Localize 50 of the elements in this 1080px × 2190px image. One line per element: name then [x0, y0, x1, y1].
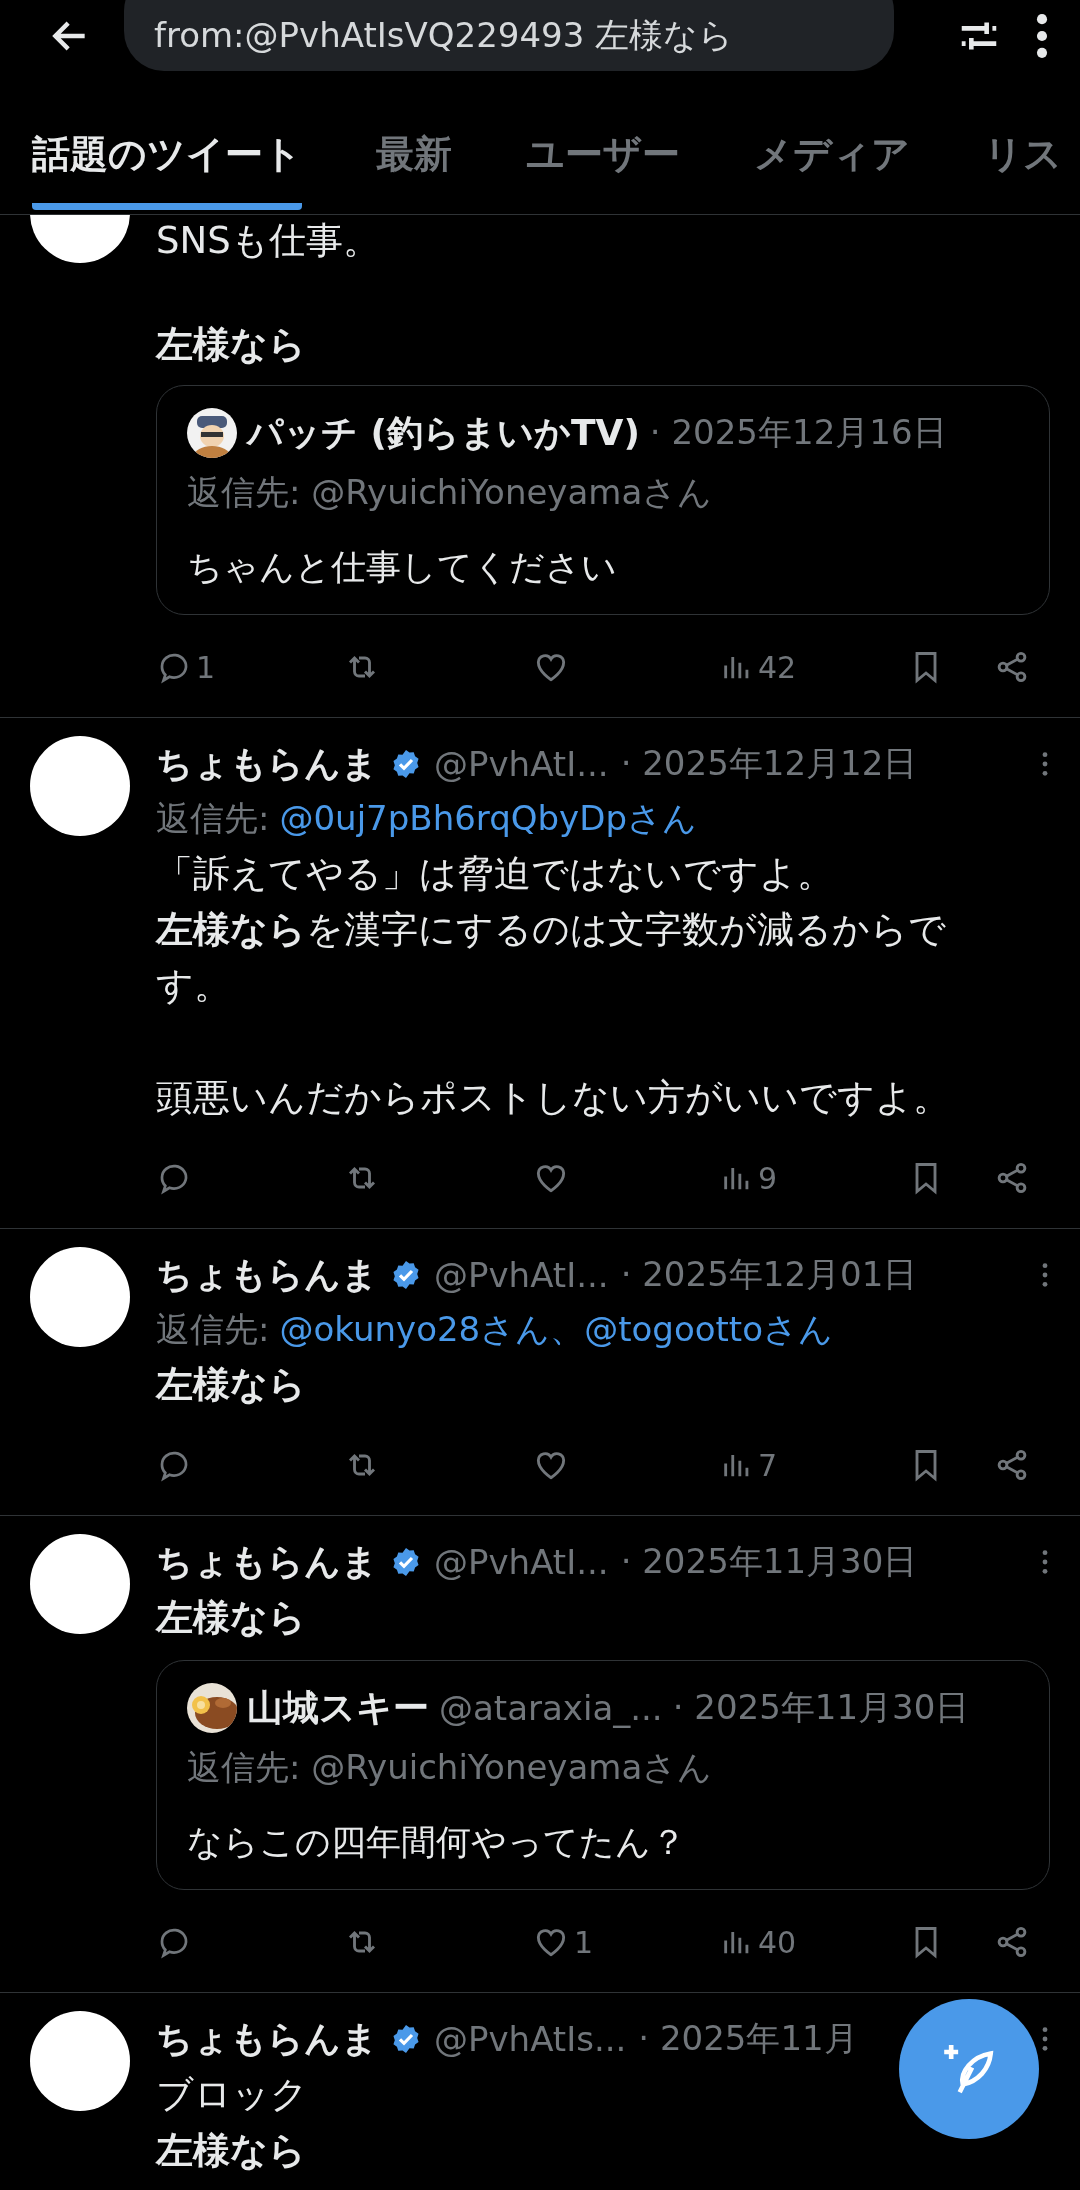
mention-link[interactable]: @togoottoさん — [584, 1307, 833, 1353]
reply-label: 返信先: @RyuichiYoneyamaさん — [187, 471, 714, 514]
view-count: 7 — [758, 1447, 778, 1483]
post-date: · 2025年11月30日 — [672, 1686, 970, 1729]
reply-label: 返信先: — [156, 1308, 270, 1351]
reply-label: 返信先: @RyuichiYoneyamaさん — [187, 1746, 714, 1789]
user-name[interactable]: ちょもらんま — [156, 1250, 378, 1300]
tab[interactable]: 最新 — [376, 72, 452, 210]
post-text: SNSも仕事。 — [156, 218, 381, 264]
user-handle: @PvhAtI... — [434, 1255, 609, 1295]
quoted-post[interactable]: パッチ (釣らまいかTV) · 2025年12月16日 返信先: @RyuichiYoneyamaさん ちゃんと仕事してください — [156, 385, 1050, 615]
mention-link[interactable]: @okunyo28さん、 — [279, 1307, 585, 1353]
tab[interactable]: ユーザー — [526, 72, 680, 210]
user-name[interactable]: ちょもらんま — [156, 739, 378, 789]
tab[interactable]: メディア — [754, 72, 910, 210]
post-text: 左様なら — [156, 322, 307, 368]
tab[interactable]: リス — [984, 72, 1062, 210]
post-date: · 2025年11月 — [638, 2017, 858, 2060]
like-count: 1 — [574, 1924, 594, 1960]
post-date: · 2025年11月30日 — [620, 1540, 918, 1583]
post-text: 左様なら — [156, 2128, 307, 2174]
user-handle: @PvhAtI... — [434, 1542, 609, 1582]
user-name[interactable]: ちょもらんま — [156, 1537, 378, 1587]
post-text: 頭悪いんだからポストしない方がいいですよ。 — [156, 1075, 951, 1121]
reply-count: 1 — [196, 649, 216, 685]
post-date: · 2025年12月16日 — [649, 411, 947, 454]
view-count: 42 — [758, 649, 797, 685]
more-icon[interactable] — [1034, 13, 1050, 59]
post-date: · 2025年12月01日 — [620, 1253, 918, 1296]
mention-link[interactable]: @0uj7pBh6rqQbyDpさん — [279, 796, 697, 842]
quoted-post[interactable]: 山城スキー @ataraxia_... · 2025年11月30日 返信先: @RyuichiYoneyamaさん ならこの四年間何やってたん？ — [156, 1660, 1050, 1890]
post-date: · 2025年12月12日 — [620, 742, 918, 785]
post-text: 左様なら — [156, 1362, 307, 1408]
view-count: 40 — [758, 1924, 797, 1960]
user-name: パッチ (釣らまいかTV) — [247, 410, 640, 455]
search-field[interactable]: from:@PvhAtIsVQ229493 左様なら — [124, 0, 894, 71]
tab[interactable]: 話題のツイート — [32, 72, 302, 210]
reply-label: 返信先: — [156, 797, 270, 840]
view-count: 9 — [758, 1160, 778, 1196]
post-text: 左様なら — [156, 1595, 307, 1641]
user-name[interactable]: ちょもらんま — [156, 2014, 378, 2064]
user-handle: @ataraxia_... — [439, 1688, 663, 1728]
post-text: 左様ならを漢字にするのは文字数が減るからです。 — [156, 907, 947, 1009]
post-text: ブロック — [156, 2072, 309, 2118]
quoted-text: ならこの四年間何やってたん？ — [187, 1821, 687, 1864]
user-handle: @PvhAtI... — [434, 744, 609, 784]
user-name: 山城スキー — [247, 1685, 429, 1730]
user-handle: @PvhAtIs... — [434, 2019, 627, 2059]
quoted-text: ちゃんと仕事してください — [187, 546, 618, 589]
post-text: 「訴えてやる」は脅迫ではないですよ。 — [156, 851, 835, 897]
